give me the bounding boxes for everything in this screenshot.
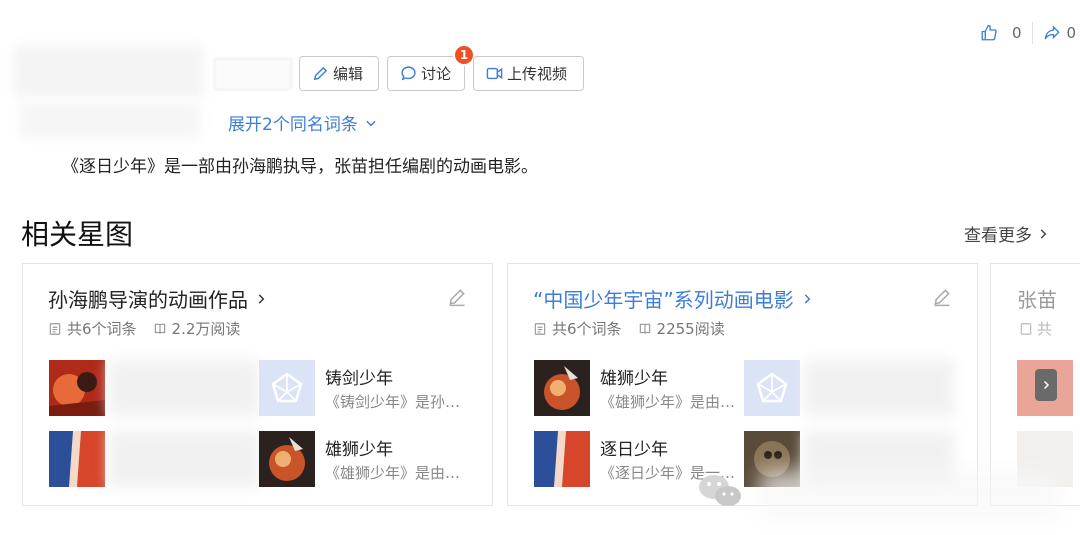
list-item[interactable]: 雄狮少年 《雄狮少年》是由… [534,360,744,416]
entry-count: 共 [1037,320,1053,338]
list-item[interactable] [49,360,259,416]
placeholder-thumbnail [259,360,315,416]
chevron-right-icon [804,293,811,304]
share-count: 0 [1066,24,1077,42]
view-more-link[interactable]: 查看更多 [964,221,1050,246]
chevron-down-icon [366,120,376,126]
section-title: 相关星图 [21,218,134,251]
notification-badge: 1 [453,44,475,66]
item-desc: 《雄狮少年》是由… [325,464,461,482]
blurred-tag [214,58,292,90]
entry-subtitle-blurred [20,102,200,138]
book-icon [639,323,650,334]
discuss-button[interactable]: 讨论 [387,56,465,91]
book-icon [154,323,165,334]
edit-button[interactable]: 编辑 [299,56,379,91]
list-item[interactable] [744,360,954,416]
share-icon[interactable] [1043,24,1061,42]
item-name: 雄狮少年 [600,369,668,389]
card-title-text: 张苗 [1017,288,1057,312]
video-camera-icon [486,67,503,80]
poster-thumbnail [259,431,315,487]
chevron-right-icon [1043,380,1050,390]
document-icon [534,322,546,335]
view-more-label: 查看更多 [964,226,1032,246]
poster-thumbnail [49,431,105,487]
card-title-text: 孙海鹏导演的动画作品 [48,288,248,312]
poster-thumbnail [534,360,590,416]
pencil-icon [313,66,328,81]
card-meta: 共 [1019,318,1052,339]
item-name: 雄狮少年 [325,440,393,460]
thumbs-up-icon[interactable] [980,24,998,42]
document-icon [1020,322,1032,335]
list-item[interactable] [49,431,259,487]
carousel-next-button[interactable] [1035,369,1057,401]
top-actions: 0 0 [980,22,1080,44]
blurred-watermark-text [760,470,1060,520]
blurred-item-text [109,360,259,416]
edit-pencil-icon[interactable] [447,287,467,307]
list-item[interactable]: 铸剑少年 《铸剑少年》是孙… [259,360,469,416]
placeholder-thumbnail [744,360,800,416]
expand-label: 展开2个同名词条 [228,115,358,135]
edit-label: 编辑 [333,65,364,83]
card-meta: 共6个词条 2.2万阅读 [48,318,240,339]
read-count: 2.2万阅读 [171,320,241,338]
chat-bubble-icon [401,66,416,81]
read-count: 2255阅读 [656,320,725,338]
entry-count: 共6个词条 [552,320,622,338]
poster-thumbnail [534,431,590,487]
wechat-watermark-icon [699,475,741,506]
edit-pencil-icon[interactable] [932,287,952,307]
blurred-item-text [804,360,954,416]
card-meta: 共6个词条 2255阅读 [533,318,725,339]
chevron-right-icon [258,293,265,304]
list-item[interactable]: 雄狮少年 《雄狮少年》是由… [259,431,469,487]
item-name: 逐日少年 [600,440,668,460]
card-title-text: “中国少年宇宙”系列动画电影 [533,288,794,312]
poster-thumbnail [49,360,105,416]
chevron-right-icon [1040,228,1047,239]
entry-count: 共6个词条 [67,320,137,338]
document-icon [49,322,61,335]
item-desc: 《铸剑少年》是孙… [325,393,461,411]
card-title[interactable]: 孙海鹏导演的动画作品 [48,284,268,313]
star-map-card[interactable]: 孙海鹏导演的动画作品 共6个词条 2.2万阅读 铸剑少年 《铸剑少年》是孙… 雄 [22,263,493,506]
discuss-label: 讨论 [421,65,452,83]
like-count: 0 [1012,24,1022,42]
item-desc: 《雄狮少年》是由… [600,393,736,411]
expand-same-name-link[interactable]: 展开2个同名词条 [228,110,378,135]
blurred-item-text [109,431,259,487]
item-name: 铸剑少年 [325,369,393,389]
entry-title-blurred [14,46,204,96]
entry-summary: 《逐日少年》是一部由孙海鹏执导，张苗担任编剧的动画电影。 [62,157,538,177]
divider [1031,22,1033,44]
upload-video-label: 上传视频 [507,65,568,83]
upload-video-button[interactable]: 上传视频 [473,56,584,91]
card-title[interactable]: “中国少年宇宙”系列动画电影 [533,284,814,313]
